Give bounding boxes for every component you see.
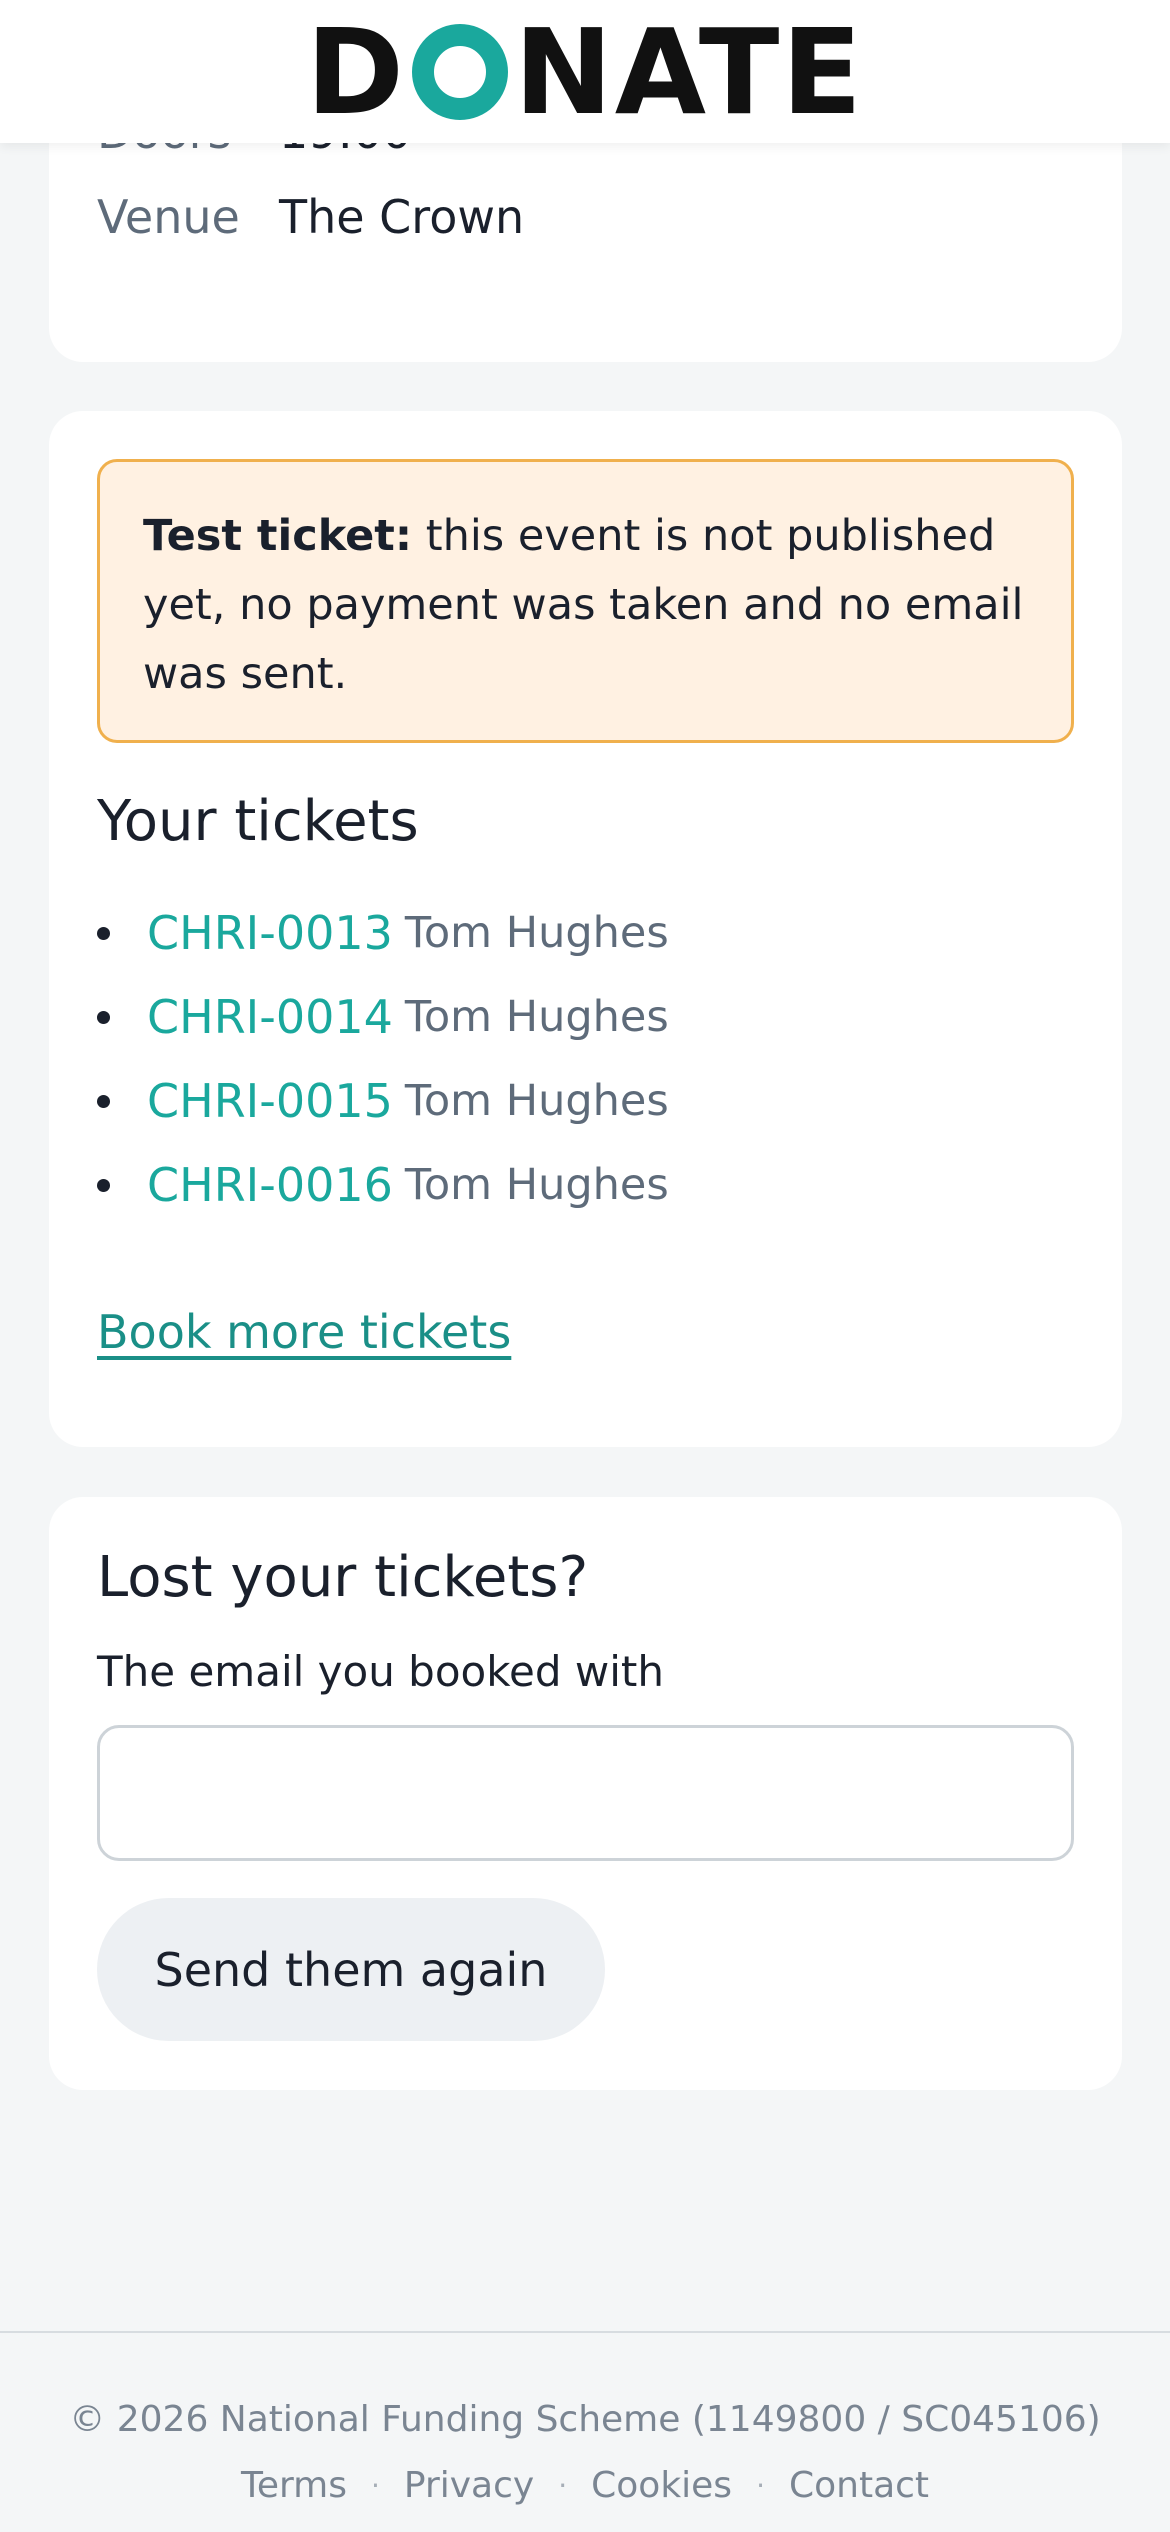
ticket-item: CHRI-0014 Tom Hughes [97,975,669,1059]
ticket-code-link[interactable]: CHRI-0016 [147,1158,393,1212]
event-row-venue: Venue The Crown [97,175,524,259]
site-header: D NATE [0,0,1170,143]
book-more-tickets-link[interactable]: Book more tickets [97,1305,511,1359]
site-footer: © 2026 National Funding Scheme (1149800 … [0,2331,1170,2532]
ticket-code-link[interactable]: CHRI-0015 [147,1074,393,1128]
ticket-list: CHRI-0013 Tom Hughes CHRI-0014 Tom Hughe… [97,891,669,1227]
event-details-card: Doors 19:00 Venue The Crown [49,105,1122,362]
ticket-code-link[interactable]: CHRI-0013 [147,906,393,960]
lost-tickets-card: Lost your tickets? The email you booked … [49,1497,1122,2090]
footer-link-terms[interactable]: Terms [241,2465,347,2506]
ticket-holder-name: Tom Hughes [404,992,669,1042]
ticket-holder-name: Tom Hughes [404,1076,669,1126]
notice-title: Test ticket: [143,511,413,561]
bullet-icon [97,1010,110,1024]
tickets-card: Test ticket: this event is not published… [49,411,1122,1447]
donate-logo[interactable]: D NATE [306,13,864,131]
bullet-icon [97,926,110,940]
logo-letter-d: D [306,2,406,141]
ticket-holder-name: Tom Hughes [404,908,669,958]
send-them-again-button[interactable]: Send them again [97,1898,605,2041]
venue-label: Venue [97,190,240,244]
ticket-item: CHRI-0013 Tom Hughes [97,891,669,975]
footer-copyright: © 2026 National Funding Scheme (1149800 … [69,2399,1101,2440]
footer-link-contact[interactable]: Contact [789,2465,929,2506]
your-tickets-heading: Your tickets [97,789,419,854]
footer-separator: · [756,2469,765,2502]
lost-tickets-heading: Lost your tickets? [97,1545,589,1610]
venue-value: The Crown [279,190,525,244]
footer-separator: · [558,2469,568,2502]
email-field-label: The email you booked with [97,1647,664,1696]
ticket-item: CHRI-0015 Tom Hughes [97,1059,669,1143]
footer-separator: · [370,2469,380,2502]
ticket-holder-name: Tom Hughes [404,1160,669,1210]
ticket-code-link[interactable]: CHRI-0014 [147,990,393,1044]
bullet-icon [97,1178,110,1192]
test-ticket-notice: Test ticket: this event is not published… [97,459,1074,743]
email-field[interactable] [97,1725,1074,1861]
footer-link-privacy[interactable]: Privacy [404,2465,534,2506]
logo-o-ring-icon [411,23,508,120]
footer-link-cookies[interactable]: Cookies [591,2465,732,2506]
footer-links: Terms · Privacy · Cookies · Contact [0,2465,1170,2506]
ticket-item: CHRI-0016 Tom Hughes [97,1143,669,1227]
bullet-icon [97,1094,110,1108]
logo-letters-nate: NATE [513,2,864,141]
